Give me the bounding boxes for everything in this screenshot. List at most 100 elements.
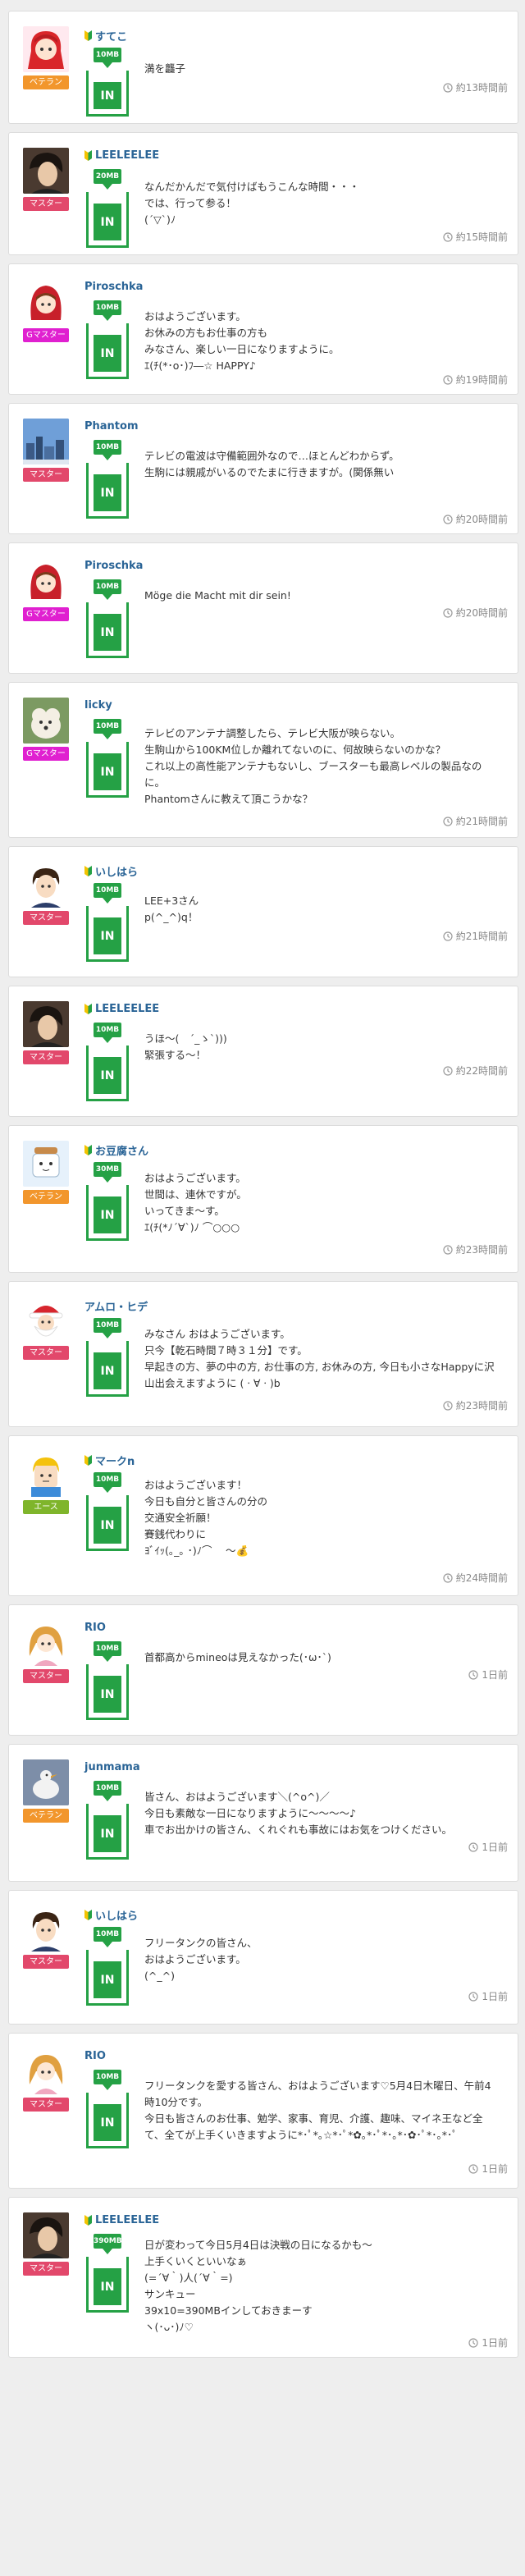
post-card: マスター LEELEELEE 20MB IN なんだかんだで気付けばもうこんな時… — [8, 132, 518, 255]
post-card: マスター RIO 10MB IN フリータンクを愛する皆さん、おはようございます… — [8, 2033, 518, 2189]
username: RIO — [84, 2050, 106, 2062]
down-arrow-icon — [103, 1942, 112, 1947]
tank-in-icon: IN — [86, 323, 129, 379]
username-link[interactable]: LEELEELEE — [84, 2214, 159, 2226]
red-hood-avatar-icon[interactable] — [23, 558, 69, 604]
timestamp: 1日前 — [468, 2162, 508, 2176]
rank-badge: マスター — [23, 1346, 69, 1360]
tank-in-icon: IN — [86, 1045, 129, 1101]
username-link[interactable]: Piroschka — [84, 560, 143, 572]
post-card: Gマスター Piroschka 10MB IN Möge die Macht m… — [8, 542, 518, 674]
down-arrow-icon — [103, 594, 112, 600]
rank-badge: マスター — [23, 468, 69, 482]
yellow-hair-avatar-icon[interactable] — [23, 1451, 69, 1497]
anime-girl-avatar-icon[interactable] — [23, 2048, 69, 2094]
red-hair-girl-avatar-icon[interactable] — [23, 26, 69, 72]
down-arrow-icon — [103, 1487, 112, 1493]
santa-avatar-icon[interactable] — [23, 1297, 69, 1343]
timestamp: 約21時間前 — [443, 814, 508, 828]
anime-girl-avatar-icon[interactable] — [23, 1620, 69, 1666]
beginner-leaf-icon — [84, 866, 92, 876]
username-link[interactable]: licky — [84, 699, 112, 711]
username-link[interactable]: LEELEELEE — [84, 1003, 159, 1015]
timestamp: 約22時間前 — [443, 1064, 508, 1078]
down-arrow-icon — [103, 1037, 112, 1043]
post-card: マスター RIO 10MB IN 首都高からmineoは見えなかった(･ω･`)… — [8, 1604, 518, 1736]
post-message: フリータンクを愛する皆さん、おはようございます♡5月4日木曜日、午前4時10分で… — [144, 2080, 491, 2141]
username-link[interactable]: いしはら — [84, 863, 138, 879]
username-link[interactable]: アムロ・ヒデ — [84, 1298, 148, 1314]
clock-icon — [468, 1842, 478, 1852]
red-hood-avatar-icon[interactable] — [23, 279, 69, 325]
in-label: IN — [100, 1068, 115, 1082]
post-message: みなさん おはようございます。 只今【乾石時間７時３１分】です。 早起きの方、夢… — [144, 1328, 495, 1389]
in-label: IN — [100, 89, 115, 103]
mb-amount-badge: 10MB — [94, 300, 121, 315]
username-link[interactable]: マークn — [84, 1453, 135, 1468]
dog-photo-avatar-icon[interactable] — [23, 698, 69, 744]
username-link[interactable]: RIO — [84, 2050, 106, 2062]
mb-amount-badge: 10MB — [94, 1472, 121, 1487]
post-card: マスター いしはら 10MB IN フリータンクの皆さん、 おはようございます。… — [8, 1890, 518, 2025]
post-card: ベテラン すてこ 10MB IN 満を龘子 約13時間前 — [8, 11, 518, 124]
clock-icon — [443, 1065, 453, 1076]
username-link[interactable]: RIO — [84, 1622, 106, 1634]
username: Piroschka — [84, 560, 144, 572]
boy-avatar-icon[interactable] — [23, 862, 69, 908]
bird-photo-avatar-icon[interactable] — [23, 1759, 69, 1805]
mb-amount-badge: 30MB — [94, 1162, 121, 1177]
post-card: マスター アムロ・ヒデ 10MB IN みなさん おはようございます。 只今【乾… — [8, 1281, 518, 1427]
dark-hair-man-avatar-icon[interactable] — [23, 148, 69, 194]
beginner-leaf-icon — [84, 1145, 92, 1155]
tank-in-icon: IN — [86, 2257, 129, 2313]
in-label: IN — [100, 1518, 115, 1532]
username-link[interactable]: Phantom — [84, 420, 139, 432]
mb-amount-badge: 10MB — [94, 579, 121, 594]
tofu-avatar-icon[interactable] — [23, 1141, 69, 1187]
username: LEELEELEE — [95, 2214, 160, 2226]
username: Piroschka — [84, 281, 144, 293]
username-link[interactable]: すてこ — [84, 28, 127, 43]
post-message: Möge die Macht mit dir sein! — [144, 589, 291, 602]
clock-icon — [443, 514, 453, 524]
clock-icon — [443, 607, 453, 618]
post-message: LEE+3さん p(^_^)q！ — [144, 895, 199, 923]
dark-hair-man-avatar-icon[interactable] — [23, 1001, 69, 1047]
down-arrow-icon — [103, 1656, 112, 1662]
tank-in-icon: IN — [86, 1341, 129, 1397]
beginner-leaf-icon — [84, 1004, 92, 1014]
post-card: エース マークn 10MB IN おはようございます！ 今日も自分と皆さんの分の… — [8, 1435, 518, 1596]
username-link[interactable]: いしはら — [84, 1907, 138, 1923]
mb-amount-badge: 10MB — [94, 2070, 121, 2084]
tank-in-icon: IN — [86, 1950, 129, 2006]
beginner-leaf-icon — [84, 1910, 92, 1920]
boy-avatar-icon[interactable] — [23, 1906, 69, 1951]
clock-icon — [443, 374, 453, 385]
tank-in-icon: IN — [86, 1185, 129, 1241]
clock-icon — [443, 231, 453, 242]
post-card: マスター いしはら 10MB IN LEE+3さん p(^_^)q！ 約21時間… — [8, 846, 518, 977]
mb-amount-badge: 10MB — [94, 719, 121, 734]
post-card: ベテラン junmama 10MB IN 皆さん、おはようございます＼(^o^)… — [8, 1744, 518, 1882]
post-card: マスター Phantom 10MB IN テレビの電波は守備範囲外なので…ほとん… — [8, 403, 518, 534]
dark-hair-man-avatar-icon[interactable] — [23, 2212, 69, 2258]
username-link[interactable]: junmama — [84, 1761, 140, 1773]
username: RIO — [84, 1622, 106, 1634]
down-arrow-icon — [103, 315, 112, 321]
mb-amount-badge: 20MB — [94, 169, 121, 184]
down-arrow-icon — [103, 898, 112, 904]
username: マークn — [95, 1456, 135, 1468]
rank-badge: マスター — [23, 1669, 69, 1683]
down-arrow-icon — [103, 62, 112, 68]
timestamp: 約23時間前 — [443, 1242, 508, 1256]
tank-in-icon: IN — [86, 2093, 129, 2148]
username-link[interactable]: お豆腐さん — [84, 1142, 148, 1158]
username-link[interactable]: LEELEELEE — [84, 149, 159, 162]
username: お豆腐さん — [95, 1146, 149, 1158]
down-arrow-icon — [103, 1796, 112, 1801]
rank-badge: マスター — [23, 2262, 69, 2276]
timestamp: 1日前 — [468, 2336, 508, 2350]
city-photo-avatar-icon[interactable] — [23, 419, 69, 464]
beginner-leaf-icon — [84, 30, 92, 41]
username-link[interactable]: Piroschka — [84, 281, 143, 293]
